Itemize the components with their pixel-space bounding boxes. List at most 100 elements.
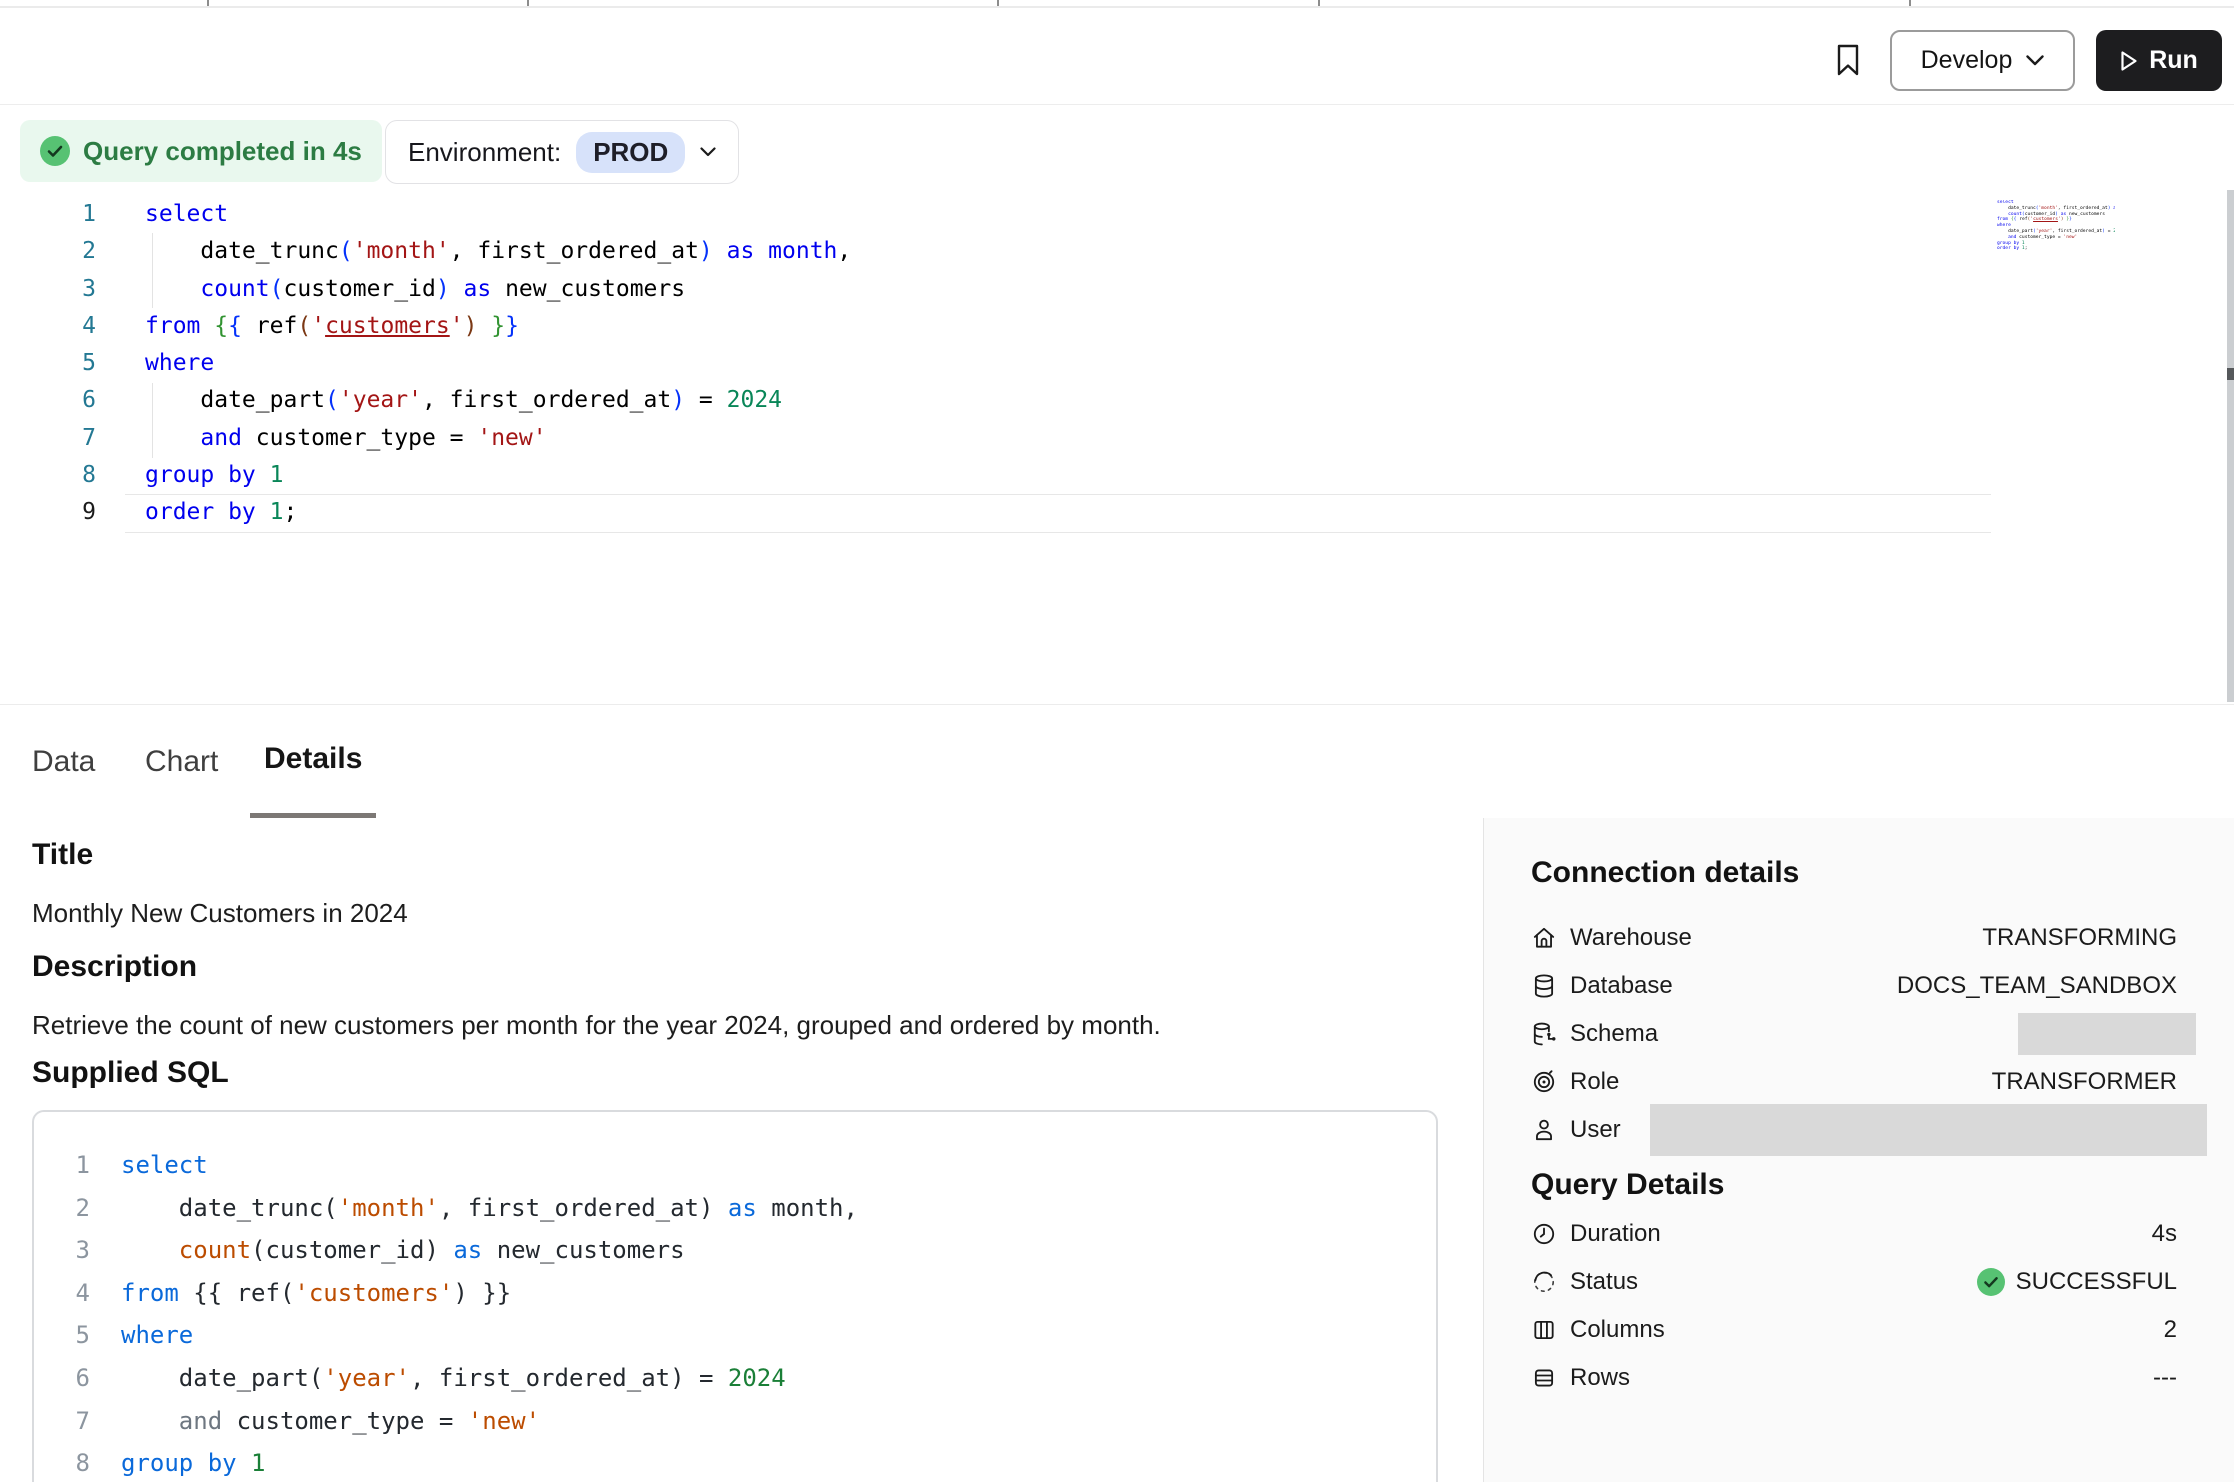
row-label: Role: [1570, 1068, 1619, 1096]
row-label: Columns: [1570, 1316, 1665, 1344]
row-label: Status: [1570, 1268, 1638, 1296]
line-number: 1: [0, 196, 96, 233]
editor-code-line[interactable]: 3 count(customer_id) as new_customers: [0, 271, 2234, 308]
editor-code-line[interactable]: 5where: [0, 345, 2234, 382]
line-number: 3: [0, 271, 96, 308]
results-tab-bar: Data Chart Details: [0, 704, 2234, 820]
row-value: 2: [2164, 1316, 2177, 1344]
row-label: Schema: [1570, 1020, 1658, 1048]
tab-separator: [1318, 0, 1320, 6]
environment-value-chip: PROD: [576, 132, 685, 173]
editor-code-line[interactable]: 8group by 1: [0, 457, 2234, 494]
details-content: Title Monthly New Customers in 2024 Desc…: [32, 818, 1438, 1482]
sql-code-line: 7 and customer_type = 'new': [34, 1400, 1436, 1443]
rows-icon: [1531, 1365, 1557, 1391]
line-number: 5: [0, 345, 96, 382]
tab-separator: [1909, 0, 1911, 6]
line-number: 1: [34, 1144, 90, 1187]
query-details-heading: Query Details: [1531, 1168, 1724, 1202]
description-heading: Description: [32, 950, 197, 984]
run-button[interactable]: Run: [2096, 30, 2222, 91]
check-circle-icon: [1977, 1268, 2005, 1296]
line-number: 6: [0, 382, 96, 419]
database-icon: [1531, 973, 1557, 999]
tab-details[interactable]: Details: [250, 705, 376, 818]
ref-link[interactable]: customers: [2033, 217, 2058, 222]
editor-scrollbar[interactable]: [2227, 190, 2234, 702]
sql-code-line: 6 date_part('year', first_ordered_at) = …: [34, 1357, 1436, 1400]
chevron-down-icon: [2026, 55, 2044, 66]
row-value: TRANSFORMING: [1982, 924, 2177, 952]
line-number: 7: [34, 1400, 90, 1443]
connection-row-user: User: [1531, 1106, 2177, 1154]
row-label: Duration: [1570, 1220, 1661, 1248]
title-value: Monthly New Customers in 2024: [32, 898, 408, 929]
connection-row-database: Database DOCS_TEAM_SANDBOX: [1531, 962, 2177, 1010]
supplied-sql-heading: Supplied SQL: [32, 1056, 229, 1090]
connection-details-panel: Connection details Warehouse TRANSFORMIN…: [1483, 818, 2234, 1482]
row-label: Rows: [1570, 1364, 1630, 1392]
chevron-down-icon: [700, 147, 716, 157]
editor-minimap[interactable]: 1select2 date_trunc('month', first_order…: [1997, 200, 2115, 262]
role-icon: [1531, 1069, 1557, 1095]
line-number: 5: [34, 1314, 90, 1357]
editor-code-line[interactable]: 4from {{ ref('customers') }}: [0, 308, 2234, 345]
app-window: Develop Run Query completed in 4s Enviro…: [0, 0, 2234, 1482]
connection-details-heading: Connection details: [1531, 856, 1799, 890]
tab-separator: [207, 0, 209, 6]
develop-button[interactable]: Develop: [1890, 30, 2075, 91]
row-value: TRANSFORMER: [1992, 1068, 2177, 1096]
check-circle-icon: [40, 136, 70, 166]
query-row-columns: Columns 2: [1531, 1306, 2177, 1354]
sql-editor[interactable]: 1select2 date_trunc('month', first_order…: [0, 196, 2234, 702]
line-number: 9: [0, 494, 96, 531]
columns-icon: [1531, 1317, 1557, 1343]
tab-data[interactable]: Data: [18, 705, 109, 818]
supplied-sql-box: 1select2 date_trunc('month', first_order…: [32, 1110, 1438, 1482]
query-status-text: Query completed in 4s: [83, 136, 362, 167]
row-label: Database: [1570, 972, 1673, 1000]
line-number: 8: [34, 1442, 90, 1482]
supplied-sql-code: 1select2 date_trunc('month', first_order…: [34, 1112, 1436, 1482]
editor-code-line[interactable]: 6 date_part('year', first_ordered_at) = …: [0, 382, 2234, 419]
loader-icon: [1531, 1269, 1557, 1295]
ref-link[interactable]: customers: [325, 313, 450, 339]
connection-row-schema: Schema: [1531, 1010, 2177, 1058]
query-row-status: Status SUCCESSFUL: [1531, 1258, 2177, 1306]
bookmark-icon[interactable]: [1828, 38, 1868, 82]
tab-chart[interactable]: Chart: [131, 705, 232, 818]
sql-code-line: 1select: [34, 1144, 1436, 1187]
tab-separator: [997, 0, 999, 6]
row-value: DOCS_TEAM_SANDBOX: [1897, 972, 2177, 1000]
query-status-badge: Query completed in 4s: [20, 120, 382, 182]
line-number: 8: [0, 457, 96, 494]
editor-code-line[interactable]: 2 date_trunc('month', first_ordered_at) …: [0, 233, 2234, 270]
top-tab-strip: [0, 0, 2234, 8]
tab-separator: [527, 0, 529, 6]
play-icon: [2120, 50, 2138, 72]
minimap-line[interactable]: 9order by 1;: [1997, 246, 2115, 252]
redacted-schema-value: [2018, 1013, 2196, 1055]
title-heading: Title: [32, 838, 93, 872]
row-label: User: [1570, 1116, 1621, 1144]
editor-scrollbar-thumb[interactable]: [2227, 368, 2234, 380]
editor-code-line[interactable]: 9order by 1;: [0, 494, 2234, 531]
connection-row-warehouse: Warehouse TRANSFORMING: [1531, 914, 2177, 962]
redacted-user-value: [1650, 1104, 2207, 1156]
develop-label: Develop: [1921, 46, 2013, 75]
details-panel: Title Monthly New Customers in 2024 Desc…: [0, 818, 2234, 1482]
sql-code-line: 4from {{ ref('customers') }}: [34, 1272, 1436, 1315]
environment-selector[interactable]: Environment: PROD: [385, 120, 739, 184]
sql-code-line: 8group by 1: [34, 1442, 1436, 1482]
row-value: 4s: [2152, 1220, 2177, 1248]
editor-code-line[interactable]: 7 and customer_type = 'new': [0, 420, 2234, 457]
editor-code-line[interactable]: 1select: [0, 196, 2234, 233]
row-label: Warehouse: [1570, 924, 1692, 952]
status-value: SUCCESSFUL: [1977, 1268, 2177, 1296]
line-number: 2: [34, 1187, 90, 1230]
line-number: 6: [34, 1357, 90, 1400]
line-number: 2: [0, 233, 96, 270]
user-icon: [1531, 1117, 1557, 1143]
row-value: ---: [2153, 1364, 2177, 1392]
line-number: 4: [0, 308, 96, 345]
